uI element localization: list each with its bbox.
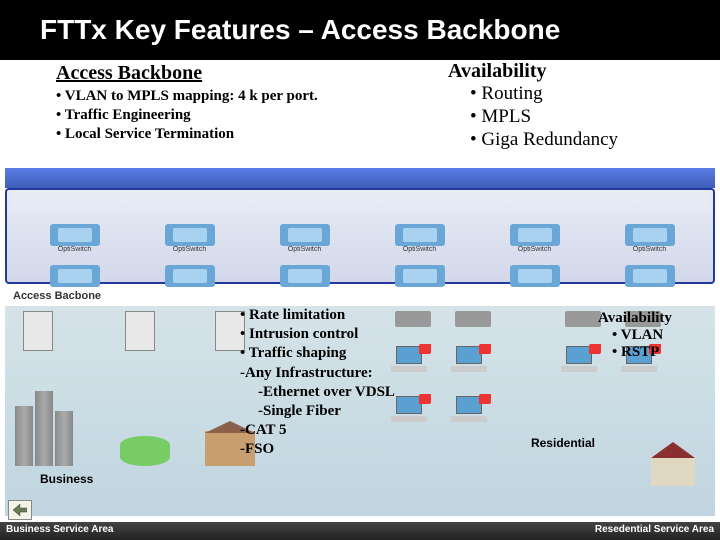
title-bar: FTTx Key Features – Access Backbone	[0, 0, 720, 60]
cf-1: • Rate limitation	[240, 306, 465, 325]
optiswitch-node: OptiSwitch	[625, 224, 675, 253]
user-pc-icon	[561, 346, 597, 372]
cf-7: -CAT 5	[240, 421, 465, 440]
optiswitch-node: OptiSwitch	[510, 224, 560, 253]
avt-bullet-3: • Giga Redundancy	[448, 129, 708, 152]
optiswitch-node: OptiSwitch	[165, 224, 215, 253]
avt-bullet-1: • Routing	[448, 83, 708, 106]
ab-bullet-3: • Local Service Termination	[56, 125, 436, 144]
availability-top-block: Availability • Routing • MPLS • Giga Red…	[448, 60, 708, 151]
concentrator-node	[395, 265, 445, 287]
banner-top-strip	[5, 168, 715, 188]
service-area-footer: Business Service Area Resedential Servic…	[0, 522, 720, 540]
avr-b1: • VLAN	[598, 327, 718, 344]
access-backbone-block: Access Backbone • VLAN to MPLS mapping: …	[56, 62, 436, 143]
access-backbone-heading: Access Backbone	[56, 62, 436, 85]
back-button[interactable]	[8, 500, 32, 520]
back-arrow-icon	[13, 504, 27, 516]
house-icon	[651, 456, 695, 486]
cf-4: -Any Infrastructure:	[240, 364, 465, 383]
media-converter-icon	[565, 311, 601, 327]
slide-title: FTTx Key Features – Access Backbone	[40, 14, 560, 46]
access-backbone-label: Access Bacbone	[13, 290, 101, 302]
avt-bullet-2: • MPLS	[448, 106, 708, 129]
optiswitch-node: OptiSwitch	[280, 224, 330, 253]
top-content: Access Backbone • VLAN to MPLS mapping: …	[0, 60, 720, 168]
center-feature-list: • Rate limitation • Intrusion control • …	[240, 306, 465, 460]
cf-8: -FSO	[240, 440, 465, 459]
avr-heading: Availability	[598, 310, 718, 327]
device-row-2	[17, 260, 707, 292]
cf-3: • Traffic shaping	[240, 344, 465, 363]
banner-body: OptiSwitch OptiSwitch OptiSwitch OptiSwi…	[5, 188, 715, 284]
optiswitch-node: OptiSwitch	[50, 224, 100, 253]
ab-bullet-1: • VLAN to MPLS mapping: 4 k per port.	[56, 87, 436, 106]
cf-5: -Ethernet over VDSL	[240, 383, 465, 402]
concentrator-node	[510, 265, 560, 287]
concentrator-node	[165, 265, 215, 287]
cabinet-icon	[23, 311, 53, 351]
availability-top-heading: Availability	[448, 60, 708, 83]
concentrator-node	[280, 265, 330, 287]
cf-6: -Single Fiber	[240, 402, 465, 421]
residential-service-area-label: Resedential Service Area	[360, 522, 720, 540]
avr-b2: • RSTP	[598, 344, 718, 361]
device-row-1: OptiSwitch OptiSwitch OptiSwitch OptiSwi…	[17, 220, 707, 256]
availability-right-block: Availability • VLAN • RSTP	[598, 310, 718, 361]
business-service-area-label: Business Service Area	[0, 522, 360, 540]
backbone-banner: OptiSwitch OptiSwitch OptiSwitch OptiSwi…	[5, 168, 715, 304]
ab-bullet-2: • Traffic Engineering	[56, 106, 436, 125]
cf-2: • Intrusion control	[240, 325, 465, 344]
campus-icon	[120, 436, 170, 466]
buildings-icon	[15, 396, 75, 466]
optiswitch-node: OptiSwitch	[395, 224, 445, 253]
concentrator-node	[625, 265, 675, 287]
business-label: Business	[40, 472, 93, 486]
residential-label: Residential	[531, 436, 595, 450]
cabinet-icon	[125, 311, 155, 351]
concentrator-node	[50, 265, 100, 287]
